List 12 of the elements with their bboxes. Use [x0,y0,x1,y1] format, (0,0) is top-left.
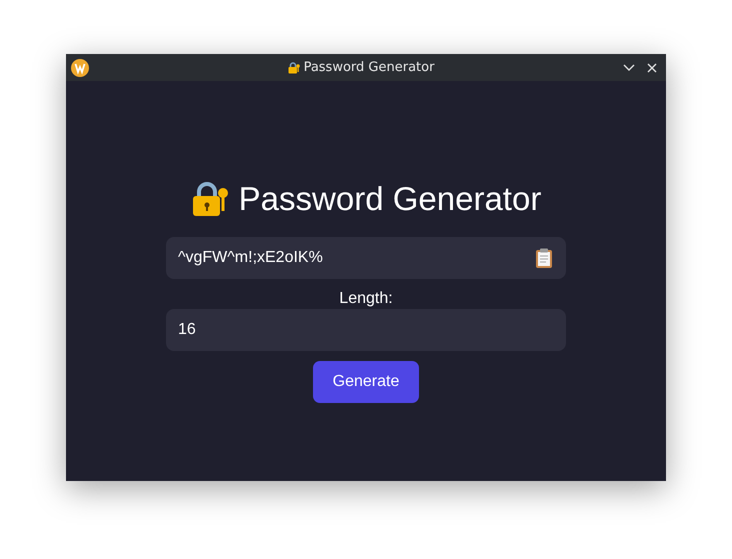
clipboard-icon[interactable] [535,248,553,268]
page-heading: Password Generator [238,180,542,218]
close-icon[interactable] [647,62,657,72]
password-field[interactable]: ^vgFW^m!;xE2oIK% [166,237,566,279]
minimize-icon[interactable] [623,64,635,72]
generate-button[interactable]: Generate [313,361,419,403]
app-logo-icon [71,58,89,76]
length-field[interactable]: 16 [166,309,566,351]
lock-key-icon [288,62,300,74]
window-title: Password Generator [304,60,434,75]
length-label: Length: [339,290,393,308]
lock-key-icon [190,181,229,217]
